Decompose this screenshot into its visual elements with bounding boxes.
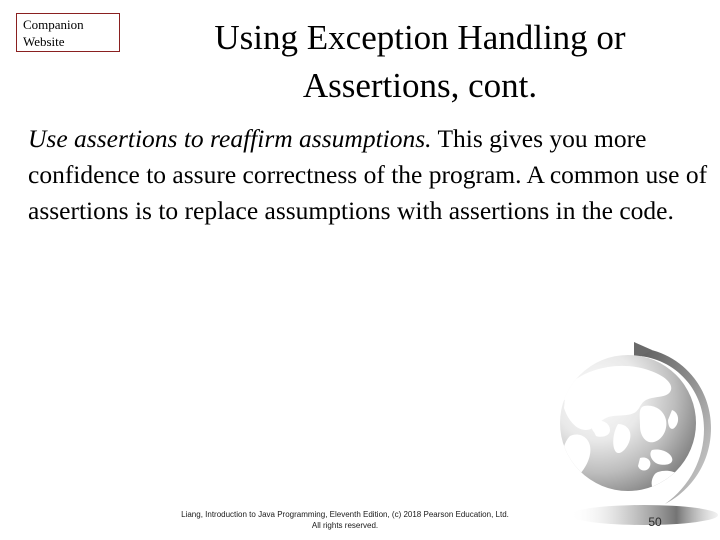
companion-badge-line2: Website [23, 34, 65, 49]
body-emphasis: Use assertions to reaffirm assumptions. [28, 124, 432, 153]
companion-website-badge[interactable]: Companion Website [16, 13, 120, 52]
slide-title: Using Exception Handling or Assertions, … [128, 14, 712, 110]
slide-canvas: Companion Website Using Exception Handli… [0, 0, 720, 540]
footer-attribution: Liang, Introduction to Java Programming,… [0, 509, 690, 531]
globe-icon [548, 340, 720, 535]
page-number: 50 [648, 515, 662, 529]
companion-badge-line1: Companion [23, 17, 84, 32]
footer-line2: All rights reserved. [311, 521, 379, 530]
slide-title-line1: Using Exception Handling or [214, 18, 626, 57]
slide-title-line2: Assertions, cont. [302, 66, 538, 105]
slide-body-text: Use assertions to reaffirm assumptions. … [28, 121, 714, 229]
footer-line1: Liang, Introduction to Java Programming,… [181, 510, 509, 519]
